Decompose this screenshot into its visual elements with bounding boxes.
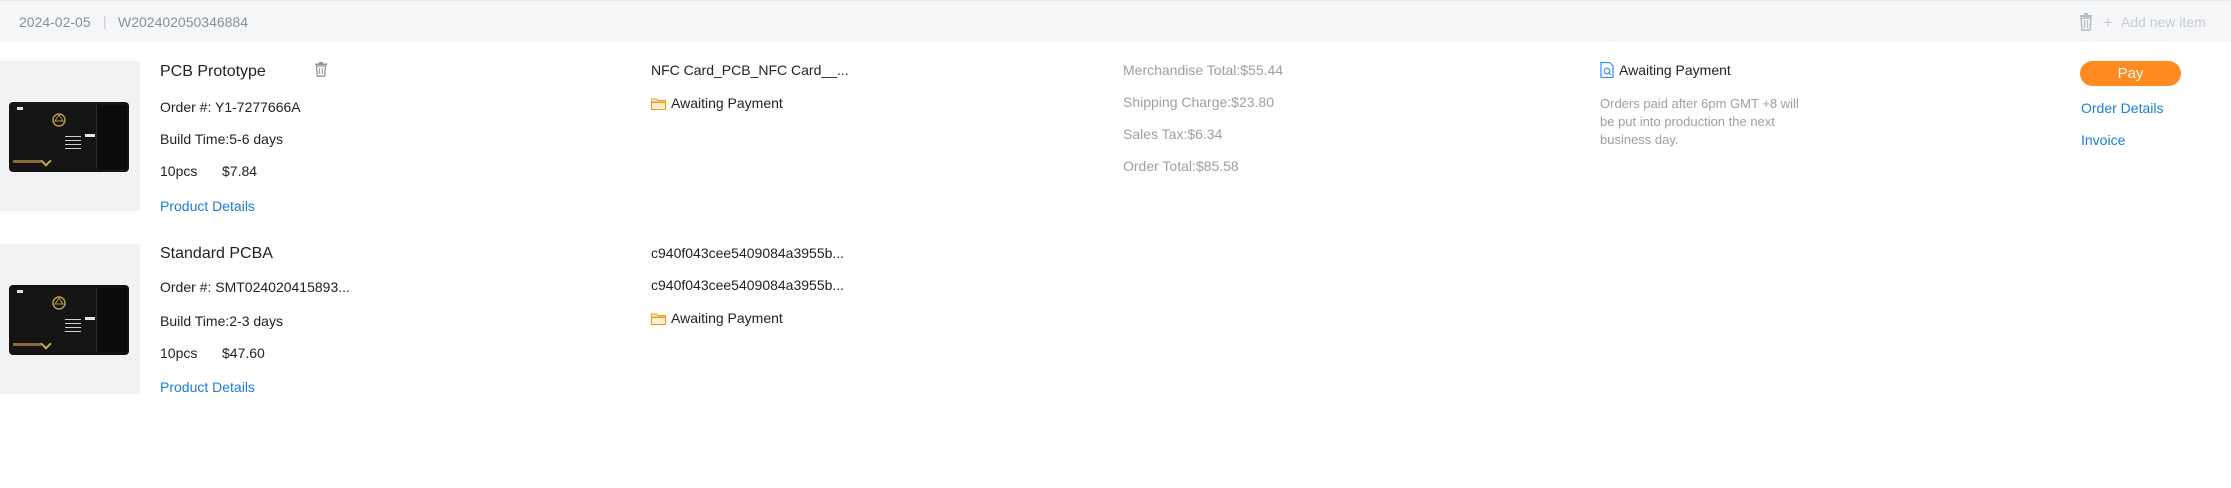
file-name: c940f043cee5409084a3955b...	[651, 245, 845, 261]
plus-icon: +	[2103, 13, 2113, 32]
order-header: 2024-02-05 | W202402050346884 + Add new i…	[0, 0, 2231, 42]
item-status: Awaiting Payment	[651, 310, 783, 326]
pcb-logo-graphic	[52, 296, 66, 310]
pcb-logo-graphic	[52, 113, 66, 127]
build-time-value: 2-3 days	[229, 313, 283, 329]
order-number-value: SMT024020415893...	[215, 279, 350, 295]
quantity: 10pcs	[160, 163, 198, 179]
price: $7.84	[222, 163, 258, 179]
merchandise-total: Merchandise Total:$55.44	[1123, 62, 1284, 78]
add-new-item-label: Add new item	[2120, 14, 2206, 30]
item-status-label: Awaiting Payment	[671, 310, 783, 326]
product-name: Standard PCBA	[160, 245, 273, 262]
build-time-label: Build Time:	[160, 131, 230, 147]
order-number-label: Order #:	[160, 279, 212, 295]
sales-tax: Sales Tax:$6.34	[1123, 126, 1223, 142]
quantity: 10pcs	[160, 345, 198, 361]
invoice-link[interactable]: Invoice	[2081, 132, 2125, 148]
shipping-charge: Shipping Charge:$23.80	[1123, 94, 1275, 110]
build-time-label: Build Time:	[160, 313, 230, 329]
build-time-line: Build Time:5-6 days	[160, 131, 283, 147]
order-date: 2024-02-05	[19, 14, 91, 30]
pay-button[interactable]: Pay	[2080, 61, 2181, 86]
build-time-value: 5-6 days	[229, 131, 283, 147]
payment-status: Awaiting Payment	[1600, 62, 1731, 78]
file-name: NFC Card_PCB_NFC Card__...	[651, 62, 849, 78]
product-details-link[interactable]: Product Details	[160, 198, 255, 214]
order-number-line: Order #: SMT024020415893...	[160, 279, 350, 295]
file-name: c940f043cee5409084a3955b...	[651, 277, 845, 293]
payment-status-label: Awaiting Payment	[1619, 62, 1731, 78]
order-number-label: Order #:	[160, 99, 212, 115]
product-thumbnail[interactable]	[0, 61, 140, 211]
order-item-row: Standard PCBA Order #: SMT024020415893..…	[0, 244, 2231, 404]
production-note: Orders paid after 6pm GMT +8 will be put…	[1600, 96, 1799, 147]
price: $47.60	[222, 345, 265, 361]
add-new-item-button[interactable]: + Add new item	[2103, 13, 2206, 33]
order-number: W202402050346884	[118, 14, 249, 30]
build-time-line: Build Time:2-3 days	[160, 313, 283, 329]
product-details-link[interactable]: Product Details	[160, 379, 255, 395]
quantity-price-line: 10pcs $47.60	[160, 345, 265, 361]
product-thumbnail[interactable]	[0, 244, 140, 394]
order-item-row: PCB Prototype Order #: Y1-7277666A Build…	[0, 61, 2231, 221]
trash-icon[interactable]	[314, 62, 328, 77]
document-search-icon	[1600, 62, 1614, 78]
order-number-line: Order #: Y1-7277666A	[160, 99, 301, 115]
trash-icon[interactable]	[2078, 13, 2094, 31]
folder-icon	[651, 98, 666, 110]
item-status-label: Awaiting Payment	[671, 95, 783, 111]
pcb-card-image	[9, 102, 129, 172]
order-details-link[interactable]: Order Details	[2081, 100, 2163, 116]
pcb-card-image	[9, 285, 129, 355]
item-status: Awaiting Payment	[651, 95, 783, 111]
quantity-price-line: 10pcs $7.84	[160, 163, 257, 179]
order-separator: |	[103, 13, 107, 29]
order-total: Order Total:$85.58	[1123, 158, 1239, 174]
folder-icon	[651, 313, 666, 325]
product-name: PCB Prototype	[160, 63, 266, 80]
order-number-value: Y1-7277666A	[215, 99, 301, 115]
